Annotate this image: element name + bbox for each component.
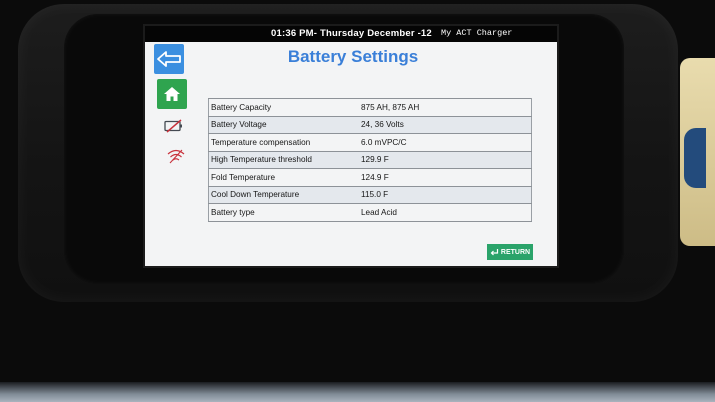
home-button[interactable]: [157, 79, 187, 109]
table-row[interactable]: Cool Down Temperature 115.0 F: [208, 186, 532, 204]
status-bar: 01:36 PM- Thursday December -12 My ACT C…: [145, 26, 557, 42]
setting-value: Lead Acid: [357, 203, 532, 222]
page-title: Battery Settings: [287, 47, 419, 66]
return-arrow-icon: [490, 249, 499, 256]
setting-label: Fold Temperature: [208, 168, 357, 187]
setting-value: 24, 36 Volts: [357, 116, 532, 134]
table-row[interactable]: Battery Capacity 875 AH, 875 AH: [208, 98, 532, 117]
setting-value: 129.9 F: [357, 151, 532, 169]
arrow-left-icon: [157, 51, 181, 67]
setting-label: Temperature compensation: [208, 133, 357, 152]
battery-disabled-icon[interactable]: [163, 118, 185, 134]
table-row[interactable]: Battery Voltage 24, 36 Volts: [208, 116, 532, 134]
device-label-sticker: [680, 58, 715, 246]
status-device-name: My ACT Charger: [441, 28, 513, 38]
back-button[interactable]: [154, 44, 184, 74]
device-base-edge: [0, 382, 715, 402]
sticker-stripe: [684, 128, 706, 188]
home-icon: [164, 87, 180, 101]
table-row[interactable]: Fold Temperature 124.9 F: [208, 168, 532, 187]
setting-value: 6.0 mVPC/C: [357, 133, 532, 152]
table-row[interactable]: High Temperature threshold 129.9 F: [208, 151, 532, 169]
wifi-disabled-icon[interactable]: [166, 148, 186, 164]
setting-value: 115.0 F: [357, 186, 532, 204]
setting-value: 124.9 F: [357, 168, 532, 187]
return-button[interactable]: RETURN: [487, 244, 533, 260]
setting-label: Battery Voltage: [208, 116, 357, 134]
charger-screen: 01:36 PM- Thursday December -12 My ACT C…: [145, 26, 557, 266]
setting-label: High Temperature threshold: [208, 151, 357, 169]
setting-label: Battery Capacity: [208, 98, 357, 117]
setting-label: Battery type: [208, 203, 357, 222]
setting-label: Cool Down Temperature: [208, 186, 357, 204]
table-row[interactable]: Battery type Lead Acid: [208, 203, 532, 222]
return-label: RETURN: [500, 248, 531, 256]
setting-value: 875 AH, 875 AH: [357, 98, 532, 117]
status-datetime: 01:36 PM- Thursday December -12: [271, 28, 432, 39]
table-row[interactable]: Temperature compensation 6.0 mVPC/C: [208, 133, 532, 152]
battery-settings-table: Battery Capacity 875 AH, 875 AH Battery …: [208, 98, 532, 222]
